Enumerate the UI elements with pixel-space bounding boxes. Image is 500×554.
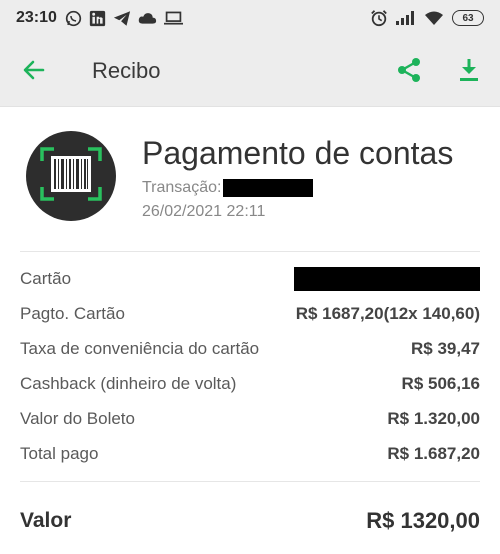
app-bar: Recibo	[0, 36, 500, 108]
detail-value: R$ 1687,20(12x 140,60)	[295, 304, 480, 323]
back-button[interactable]	[20, 58, 48, 86]
status-bar: 23:10 63	[0, 0, 500, 36]
divider	[20, 481, 480, 482]
detail-row-card: Cartão	[20, 267, 480, 291]
detail-label: Cashback (dinheiro de volta)	[20, 374, 237, 393]
detail-label: Taxa de conveniência do cartão	[20, 339, 260, 358]
detail-row-bill-amount: Valor do Boleto R$ 1.320,00	[20, 407, 480, 431]
total-row: Valor R$ 1320,00	[20, 507, 480, 535]
detail-row-convenience-fee: Taxa de conveniência do cartão R$ 39,47	[20, 337, 480, 361]
transaction-id-redacted	[223, 179, 314, 197]
detail-value: R$ 1.320,00	[387, 409, 480, 428]
detail-label: Valor do Boleto	[20, 409, 135, 428]
share-icon	[396, 57, 422, 88]
battery-icon: 63	[452, 10, 484, 26]
barcode-icon	[40, 146, 102, 206]
detail-label: Pagto. Cartão	[20, 304, 125, 323]
cloud-icon	[138, 11, 157, 25]
system-icons: 63	[370, 9, 484, 27]
telegram-icon	[113, 10, 131, 27]
total-label: Valor	[20, 509, 72, 532]
detail-row-total-paid: Total pago R$ 1.687,20	[20, 442, 480, 466]
detail-value: R$ 1.687,20	[387, 444, 480, 463]
detail-row-cashback: Cashback (dinheiro de volta) R$ 506,16	[20, 372, 480, 396]
divider	[20, 251, 480, 252]
transaction-date: 26/02/2021 22:11	[142, 203, 266, 220]
signal-icon	[396, 11, 416, 25]
barcode-avatar	[26, 131, 116, 221]
receipt-card: Pagamento de contas Transação: 26/02/202…	[0, 106, 500, 554]
share-button[interactable]	[394, 57, 424, 87]
notification-icons	[65, 10, 183, 27]
receipt-title: Pagamento de contas	[142, 135, 454, 171]
alarm-icon	[370, 9, 388, 27]
page-title: Recibo	[92, 58, 161, 83]
laptop-icon	[163, 11, 183, 26]
transaction-label: Transação:	[142, 179, 222, 196]
detail-value: R$ 506,16	[401, 374, 480, 393]
wifi-icon	[424, 11, 444, 26]
detail-label: Cartão	[20, 269, 72, 288]
detail-label: Total pago	[20, 444, 99, 463]
download-button[interactable]	[454, 57, 484, 87]
card-number-redacted	[294, 267, 480, 291]
detail-value: R$ 39,47	[411, 339, 480, 358]
linkedin-icon	[89, 10, 106, 27]
status-time: 23:10	[16, 9, 57, 26]
total-value: R$ 1320,00	[366, 508, 480, 533]
whatsapp-icon	[65, 10, 82, 27]
arrow-left-icon	[22, 58, 46, 87]
download-icon	[457, 57, 481, 88]
detail-row-card-payment: Pagto. Cartão R$ 1687,20(12x 140,60)	[20, 302, 480, 326]
transaction-row: Transação:	[142, 179, 314, 197]
